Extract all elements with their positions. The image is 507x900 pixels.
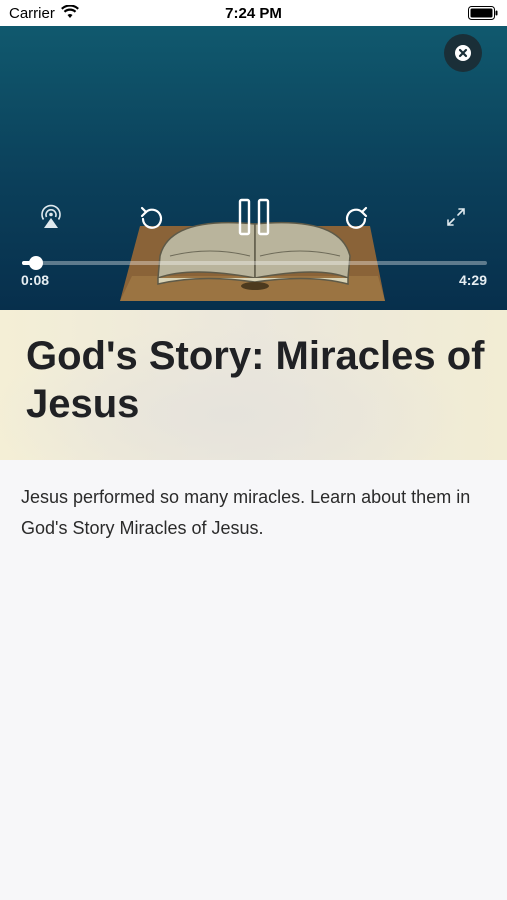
fullscreen-icon[interactable] bbox=[445, 206, 467, 228]
total-time: 4:29 bbox=[458, 272, 487, 288]
clock: 7:24 PM bbox=[225, 5, 282, 22]
close-button[interactable] bbox=[444, 34, 482, 72]
title-banner: God's Story: Miracles of Jesus bbox=[0, 310, 507, 460]
airplay-icon[interactable] bbox=[38, 204, 64, 230]
status-bar: Carrier 7:24 PM bbox=[0, 0, 507, 26]
close-icon bbox=[455, 45, 471, 61]
progress-bar[interactable] bbox=[22, 256, 487, 270]
battery-icon bbox=[468, 6, 498, 20]
description-text: Jesus performed so many miracles. Learn … bbox=[21, 487, 471, 538]
page-title: God's Story: Miracles of Jesus bbox=[26, 334, 485, 426]
rewind-icon[interactable] bbox=[138, 204, 166, 232]
elapsed-time: 0:08 bbox=[21, 272, 50, 288]
video-player[interactable]: 0:08 4:29 bbox=[0, 26, 507, 310]
pause-icon[interactable] bbox=[236, 198, 272, 236]
progress-thumb[interactable] bbox=[28, 256, 43, 270]
forward-icon[interactable] bbox=[342, 204, 370, 232]
